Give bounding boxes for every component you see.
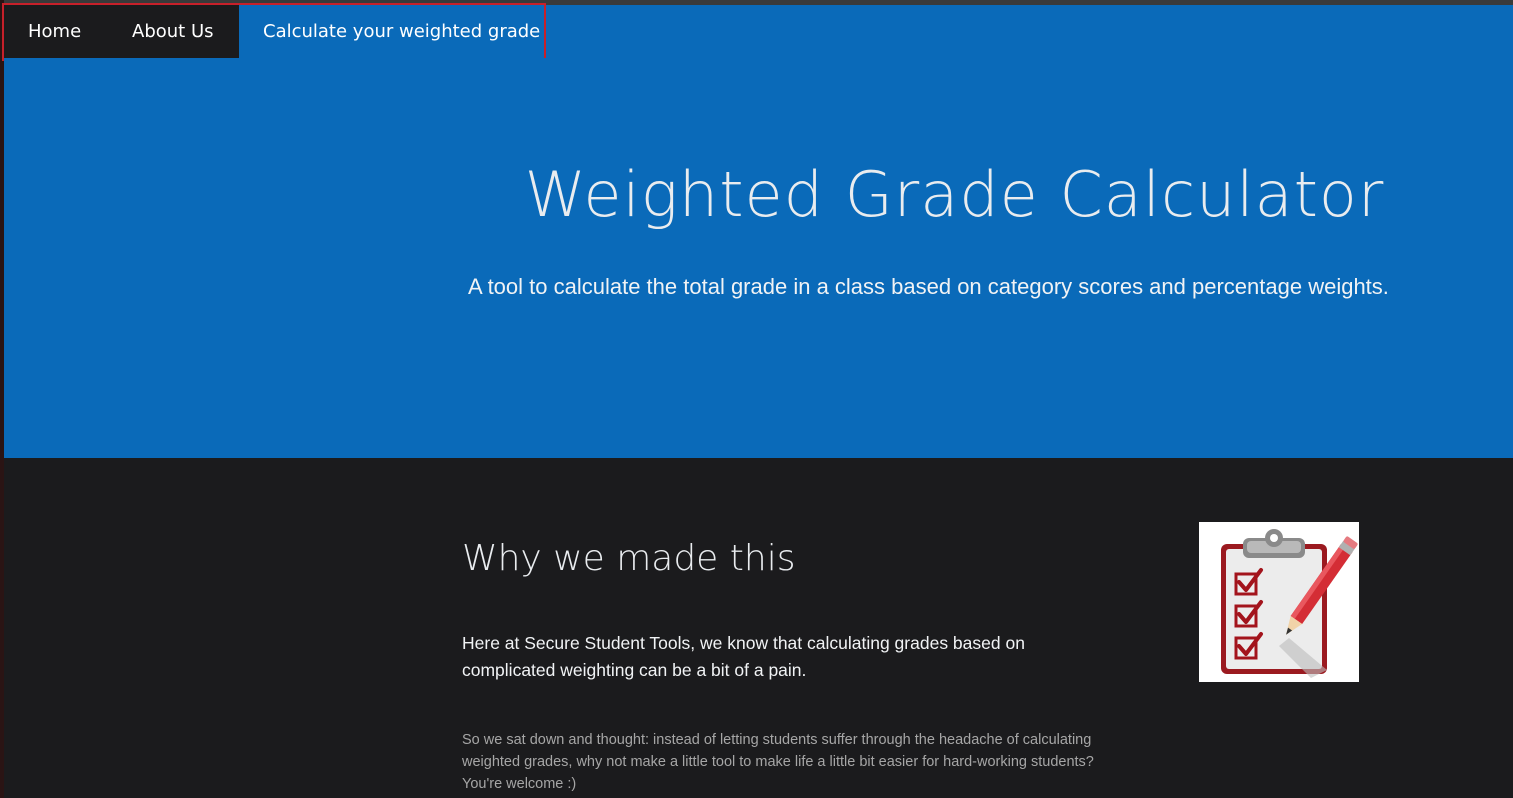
nav-calculate-weighted-grade-link[interactable]: Calculate your weighted grade: [239, 5, 546, 58]
nav-about-us-link[interactable]: About Us: [106, 5, 239, 58]
page-subtitle: A tool to calculate the total grade in a…: [468, 274, 1389, 299]
page-title: Weighted Grade Calculator: [524, 158, 1385, 231]
hero-section: Weighted Grade Calculator A tool to calc…: [4, 58, 1513, 458]
section-title: Why we made this: [462, 538, 796, 579]
top-navbar: Home About Us Calculate your weighted gr…: [4, 5, 1513, 58]
about-section: Why we made this Here at Secure Student …: [4, 458, 1513, 798]
clipboard-checklist-pencil-icon: [1199, 522, 1359, 682]
intro-paragraph: Here at Secure Student Tools, we know th…: [462, 633, 1025, 680]
secondary-paragraph: So we sat down and thought: instead of l…: [462, 732, 1094, 792]
nav-home-link[interactable]: Home: [4, 5, 106, 58]
